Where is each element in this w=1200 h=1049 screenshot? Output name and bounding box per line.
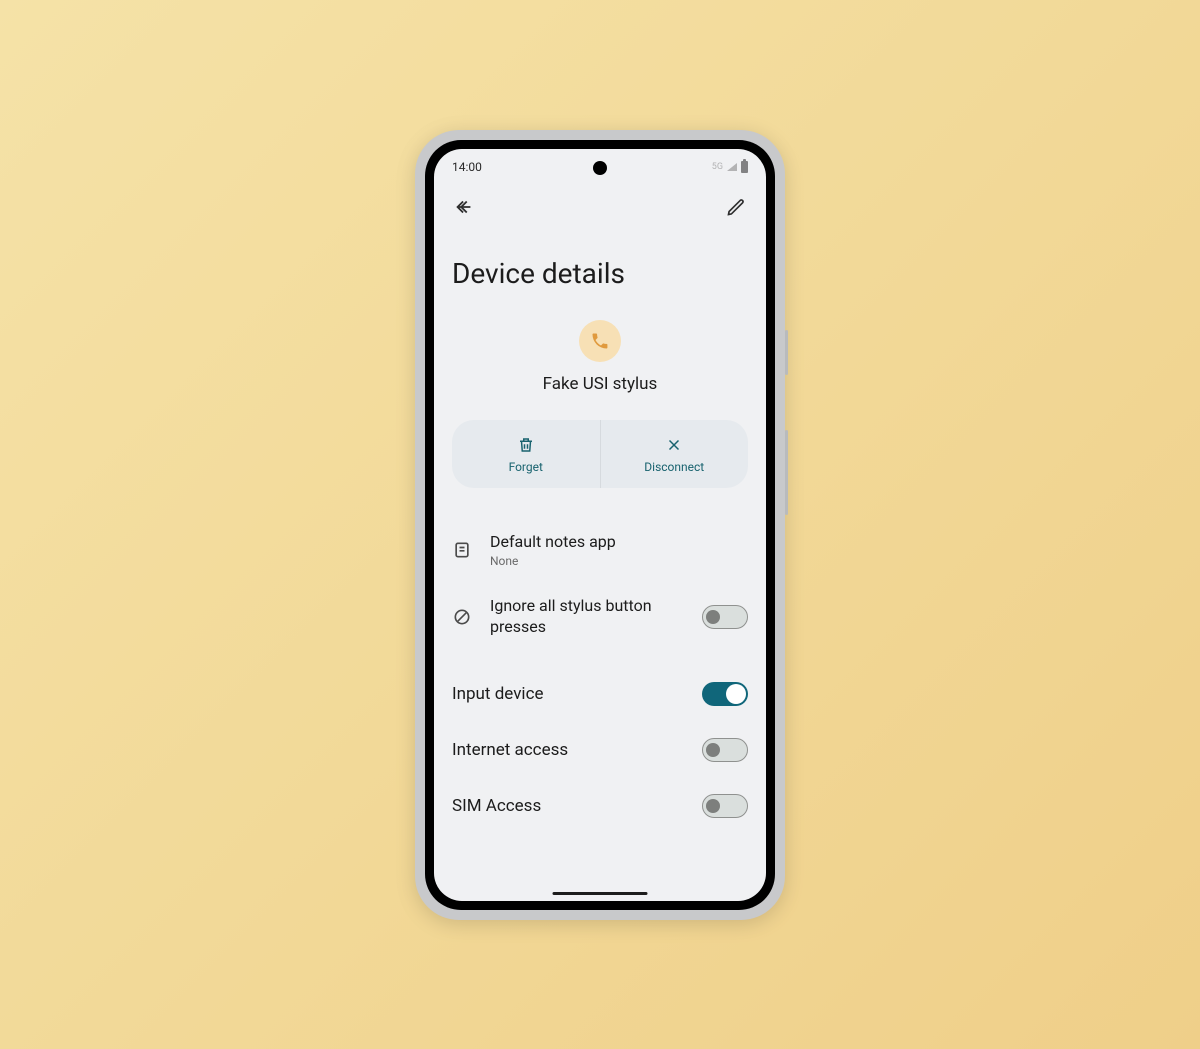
input-device-toggle[interactable] bbox=[702, 682, 748, 706]
signal-icon bbox=[727, 163, 737, 171]
ignore-text: Ignore all stylus button presses bbox=[490, 596, 684, 638]
device-name: Fake USI stylus bbox=[452, 374, 748, 394]
edit-button[interactable] bbox=[724, 195, 748, 219]
notes-icon bbox=[452, 540, 472, 560]
input-device-row: Input device bbox=[452, 666, 748, 722]
default-notes-row[interactable]: Default notes app None bbox=[452, 518, 748, 583]
internet-label: Internet access bbox=[452, 739, 684, 761]
phone-frame: 14:00 5G Device details bbox=[415, 130, 785, 920]
close-icon bbox=[665, 436, 683, 454]
forget-label: Forget bbox=[509, 460, 543, 474]
block-icon bbox=[452, 607, 472, 627]
gesture-nav-bar[interactable] bbox=[553, 892, 648, 895]
forget-button[interactable]: Forget bbox=[452, 420, 600, 488]
page-title: Device details bbox=[452, 257, 748, 290]
sim-toggle[interactable] bbox=[702, 794, 748, 818]
sim-label: SIM Access bbox=[452, 795, 684, 817]
notes-text: Default notes app None bbox=[490, 532, 748, 569]
ignore-presses-row: Ignore all stylus button presses bbox=[452, 582, 748, 652]
input-device-label: Input device bbox=[452, 683, 684, 705]
screen: 14:00 5G Device details bbox=[434, 149, 766, 901]
disconnect-label: Disconnect bbox=[644, 460, 704, 474]
notes-value: None bbox=[490, 554, 748, 568]
device-header: Fake USI stylus bbox=[452, 320, 748, 394]
content-area: Device details Fake USI stylus Forget Di… bbox=[434, 257, 766, 834]
power-button bbox=[785, 430, 788, 515]
trash-icon bbox=[517, 436, 535, 454]
disconnect-button[interactable]: Disconnect bbox=[600, 420, 749, 488]
app-bar bbox=[434, 185, 766, 229]
status-time: 14:00 bbox=[452, 160, 482, 174]
ignore-title: Ignore all stylus button presses bbox=[490, 596, 684, 638]
ignore-presses-toggle[interactable] bbox=[702, 605, 748, 629]
arrow-left-icon bbox=[453, 196, 475, 218]
pencil-icon bbox=[726, 197, 746, 217]
status-icons: 5G bbox=[712, 161, 748, 173]
notes-title: Default notes app bbox=[490, 532, 748, 553]
profiles-section: Input device Internet access SIM Access bbox=[452, 666, 748, 834]
phone-icon bbox=[590, 331, 610, 351]
internet-row: Internet access bbox=[452, 722, 748, 778]
internet-toggle[interactable] bbox=[702, 738, 748, 762]
action-row: Forget Disconnect bbox=[452, 420, 748, 488]
phone-body: 14:00 5G Device details bbox=[425, 140, 775, 910]
device-avatar bbox=[579, 320, 621, 362]
battery-icon bbox=[741, 161, 748, 173]
sim-row: SIM Access bbox=[452, 778, 748, 834]
back-button[interactable] bbox=[452, 195, 476, 219]
camera-punch-hole bbox=[593, 161, 607, 175]
volume-button bbox=[785, 330, 788, 375]
network-label: 5G bbox=[712, 162, 723, 172]
